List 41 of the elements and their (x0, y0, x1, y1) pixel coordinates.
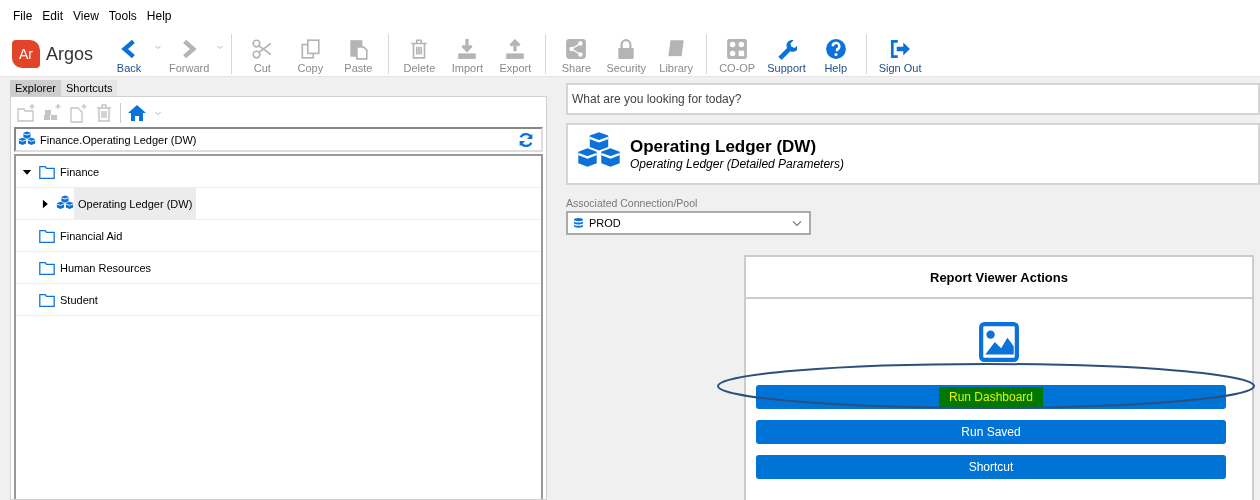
tab[interactable]: Explorer (10, 80, 61, 96)
tree-item[interactable]: Human Resources (56, 252, 156, 283)
toolbar-button[interactable]: Sign Out (872, 38, 928, 74)
menu-item[interactable]: View (68, 9, 104, 25)
logo-badge: Ar (12, 40, 40, 68)
tree-item[interactable]: Student (56, 284, 102, 315)
grid-badge-icon (726, 38, 749, 60)
connection-dropdown[interactable]: PROD (566, 211, 811, 235)
tab[interactable]: Shortcuts (60, 80, 118, 96)
download-icon (456, 38, 479, 60)
tree-item[interactable]: Finance (56, 156, 104, 187)
upload-icon (504, 38, 527, 60)
refresh-icon[interactable] (517, 130, 535, 149)
home-icon[interactable] (127, 103, 147, 123)
path-field[interactable]: Finance.Operating Ledger (DW) (14, 127, 543, 152)
toolbar-button[interactable]: Back (105, 38, 154, 74)
share-icon (565, 38, 588, 60)
app-name: Argos (46, 43, 94, 65)
card-title: Report Viewer Actions (746, 257, 1252, 299)
copy-icon (299, 38, 322, 60)
menu-item[interactable]: Edit (37, 9, 69, 25)
toolbar-button[interactable]: Help (811, 38, 860, 74)
menu-item[interactable]: Help (141, 9, 177, 25)
sign-out-icon (889, 38, 912, 60)
action-button[interactable]: Shortcut (756, 455, 1226, 479)
toolbar-button[interactable]: Support (761, 38, 812, 74)
action-button[interactable]: Run Dashboard (756, 385, 1226, 409)
tree-item[interactable]: Operating Ledger (DW) (74, 188, 197, 219)
search-field[interactable]: What are you looking for today? (566, 83, 1260, 115)
help-icon (824, 38, 847, 60)
report-title: Operating Ledger (DW) (630, 137, 818, 157)
action-button[interactable]: Run Saved (756, 420, 1226, 444)
menu-item[interactable]: File (8, 9, 38, 25)
scissors-icon (251, 38, 274, 60)
wrench-icon (775, 38, 798, 60)
report-subtitle: Operating Ledger (Detailed Parameters) (630, 157, 845, 171)
database-icon (572, 216, 585, 230)
menu-item[interactable]: Tools (103, 9, 142, 25)
field-label: Associated Connection/Pool (566, 197, 699, 209)
paste-icon (347, 38, 370, 60)
tree-item[interactable]: Financial Aid (56, 220, 127, 251)
